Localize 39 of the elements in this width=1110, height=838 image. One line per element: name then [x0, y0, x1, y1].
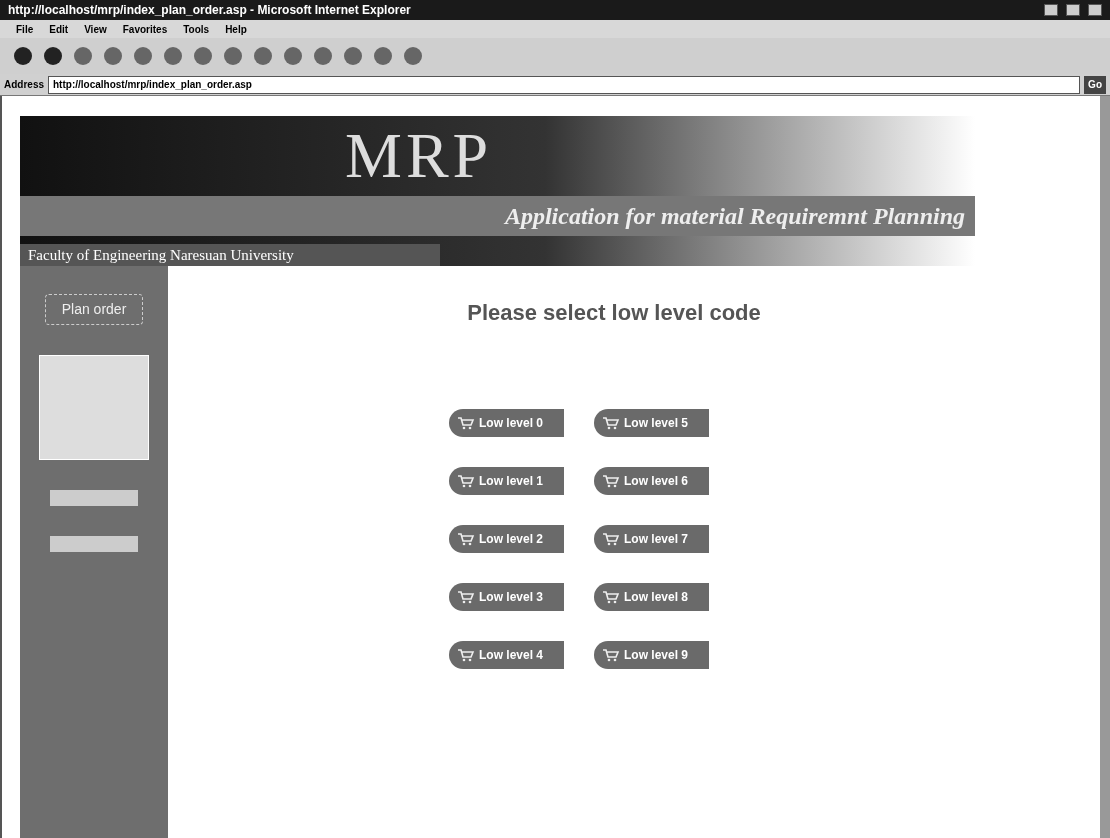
faculty-name: Faculty of Engineering Naresuan University	[28, 245, 294, 265]
cart-icon	[457, 648, 475, 662]
low-level-button[interactable]: Low level 7	[594, 525, 709, 553]
low-level-button[interactable]: Low level 4	[449, 641, 564, 669]
cart-icon	[602, 590, 620, 604]
cart-icon	[602, 474, 620, 488]
address-label: Address	[4, 78, 44, 92]
menu-item[interactable]: Help	[225, 21, 247, 37]
page-heading: Please select low level code	[467, 299, 761, 327]
low-level-button[interactable]: Low level 9	[594, 641, 709, 669]
cart-icon	[602, 416, 620, 430]
plan-order-button[interactable]: Plan order	[44, 294, 144, 325]
menu-item[interactable]: Edit	[49, 21, 69, 37]
window-title: http://localhost/mrp/index_plan_order.asp - Microsoft Internet Explorer	[8, 2, 411, 19]
low-level-button[interactable]: Low level 2	[449, 525, 564, 553]
cart-icon	[457, 474, 475, 488]
banner-subtitle: Application for material Requiremnt Planning	[504, 202, 965, 231]
table-thumbnail[interactable]	[39, 355, 149, 460]
menu-item[interactable]: Tools	[183, 21, 210, 37]
address-field[interactable]: http://localhost/mrp/index_plan_order.asp	[48, 75, 1081, 94]
cart-icon	[457, 532, 475, 546]
low-level-button[interactable]: Low level 5	[594, 409, 709, 437]
low-level-button[interactable]: Low level 3	[449, 583, 564, 611]
cart-icon	[602, 532, 620, 546]
low-level-button[interactable]: Low level 1	[449, 467, 564, 495]
cart-icon	[457, 590, 475, 604]
low-level-button[interactable]: Low level 8	[594, 583, 709, 611]
menu-item[interactable]: File	[16, 21, 34, 37]
cart-icon	[602, 648, 620, 662]
low-level-button[interactable]: Low level 0	[449, 409, 564, 437]
cart-icon	[457, 416, 475, 430]
low-level-button[interactable]: Low level 6	[594, 467, 709, 495]
toolbar-icon[interactable]	[42, 45, 64, 67]
menu-item[interactable]: View	[84, 21, 107, 37]
toolbar-icon[interactable]	[12, 45, 34, 67]
menu-item[interactable]: Favorites	[122, 21, 168, 37]
go-button[interactable]: Go	[1084, 75, 1106, 94]
scrollbar[interactable]	[1100, 96, 1110, 838]
logo-text: MRP	[345, 124, 493, 188]
